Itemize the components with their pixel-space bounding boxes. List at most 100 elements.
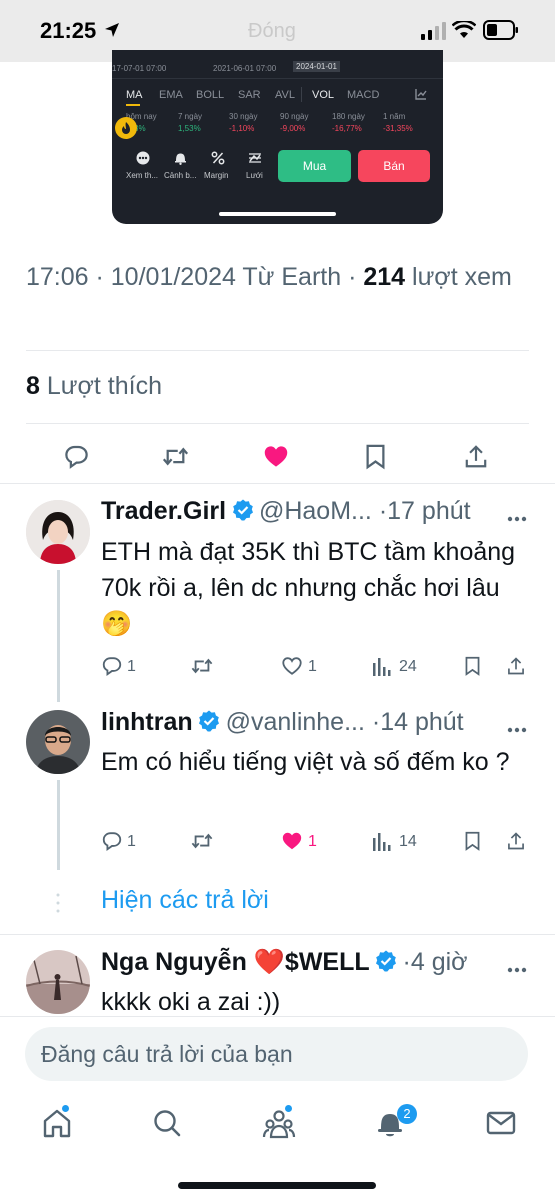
chart-date-label: 2021-06-01 07:00 (213, 64, 277, 73)
chart-settings-icon[interactable] (415, 87, 427, 105)
tab-ema[interactable]: EMA (159, 89, 183, 101)
tab-sar[interactable]: SAR (238, 89, 261, 101)
search-icon[interactable] (152, 1108, 182, 1143)
reply-composer[interactable] (25, 1027, 528, 1081)
reply-input[interactable] (25, 1027, 528, 1081)
show-replies-link[interactable]: Hiện các trả lời (101, 886, 269, 915)
reply-text: Em có hiểu tiếng việt và số đếm ko ? (101, 748, 510, 776)
reply-icon[interactable] (101, 655, 123, 682)
period-value: -9,00% (280, 124, 306, 133)
handle[interactable]: @vanlinhe... (226, 708, 365, 736)
reply-header: linhtran @vanlinhe... ·14 phút (101, 708, 464, 736)
view-count: 14 (399, 833, 417, 850)
bookmark-icon[interactable] (463, 830, 482, 857)
more-options-icon[interactable] (507, 960, 527, 978)
verified-badge-icon (376, 950, 397, 972)
messages-icon[interactable] (486, 1110, 516, 1141)
action-label[interactable]: Lưới (246, 171, 263, 180)
retweet-icon[interactable] (190, 830, 214, 857)
tab-macd[interactable]: MACD (347, 89, 379, 101)
flame-icon[interactable] (115, 117, 137, 139)
embedded-home-indicator (219, 212, 336, 216)
wifi-icon (451, 19, 477, 44)
more-options-icon[interactable] (507, 509, 527, 527)
communities-unread-dot (285, 1105, 292, 1112)
faded-header-title: Đóng (248, 20, 296, 42)
share-icon[interactable] (506, 830, 526, 857)
avatar[interactable] (26, 500, 90, 564)
heart-liked-icon[interactable] (281, 830, 303, 857)
cellular-signal-icon (421, 22, 447, 45)
avatar[interactable] (26, 950, 90, 1014)
retweet-icon[interactable] (161, 443, 190, 475)
divider (0, 934, 555, 935)
retweet-icon[interactable] (190, 655, 214, 682)
percent-icon[interactable] (211, 151, 225, 170)
post-time: 17:06 (26, 263, 89, 291)
reply-icon[interactable] (101, 830, 123, 857)
like-count: 1 (308, 833, 317, 850)
bookmark-icon[interactable] (463, 655, 482, 682)
reply-text: ETH mà đạt 35K thì BTC tầm khoảng 70k rồ… (101, 538, 516, 638)
reply-header: Trader.Girl @HaoM... ·17 phút (101, 497, 471, 525)
post-source: Từ Earth (242, 263, 342, 291)
heart-liked-icon[interactable] (262, 443, 290, 475)
tab-vol[interactable]: VOL (312, 89, 334, 101)
verified-badge-icon (199, 710, 220, 732)
heart-icon[interactable] (281, 655, 303, 682)
views-chart-icon[interactable] (372, 830, 392, 857)
chart-date-label-selected: 2024-01-01 (293, 61, 340, 72)
bookmark-icon[interactable] (363, 443, 388, 475)
tab-ma[interactable]: MA (126, 89, 143, 101)
period-label: 7 ngày (178, 112, 203, 121)
views-count: 214 (363, 263, 406, 291)
reply-count: 1 (127, 833, 136, 850)
post-date: 10/01/2024 (110, 263, 236, 291)
divider (26, 423, 529, 424)
like-count: 1 (308, 658, 317, 675)
thread-line (57, 780, 60, 870)
tab-boll[interactable]: BOLL (196, 89, 224, 101)
more-options-icon[interactable] (507, 720, 527, 738)
views-chart-icon[interactable] (372, 655, 392, 682)
period-label: 90 ngày (280, 112, 309, 121)
likes-count: 8 (26, 372, 40, 400)
bell-alert-icon[interactable] (174, 151, 187, 170)
battery-icon (483, 20, 519, 45)
period-value: 1,53% (178, 124, 201, 133)
share-icon[interactable] (463, 443, 489, 475)
communities-icon[interactable] (262, 1107, 296, 1144)
verified-badge-icon (232, 499, 253, 521)
views-label: lượt xem (412, 263, 512, 291)
home-icon[interactable] (41, 1108, 73, 1143)
sell-button[interactable]: Bán (358, 150, 430, 182)
buy-button[interactable]: Mua (278, 150, 351, 182)
period-value: -16,77% (332, 124, 362, 133)
display-name[interactable]: Nga Nguyễn ❤️$WELL (101, 948, 370, 976)
reply-time[interactable]: 17 phút (387, 497, 470, 525)
status-time: 21:25 (40, 18, 97, 43)
likes-summary[interactable]: 8 Lượt thích (26, 372, 162, 401)
share-icon[interactable] (506, 655, 526, 682)
chart-date-label: 17-07-01 07:00 (112, 64, 167, 73)
likes-label: Lượt thích (46, 372, 162, 400)
display-name[interactable]: linhtran (101, 708, 193, 736)
notification-badge: 2 (397, 1104, 417, 1124)
tab-avl[interactable]: AVL (275, 89, 295, 101)
embedded-media-image[interactable]: 17-07-01 07:00 2021-06-01 07:00 2024-01-… (112, 50, 443, 224)
period-label: 1 năm (383, 112, 406, 121)
post-meta: 17:06 · 10/01/2024 Từ Earth · 214 lượt x… (26, 263, 512, 291)
divider (26, 350, 529, 351)
action-label[interactable]: Margin (204, 171, 228, 180)
reply-time[interactable]: 14 phút (380, 708, 463, 736)
more-dots-icon[interactable] (136, 151, 150, 170)
handle[interactable]: @HaoM... (259, 497, 372, 525)
display-name[interactable]: Trader.Girl (101, 497, 226, 525)
reply-icon[interactable] (63, 443, 90, 475)
avatar[interactable] (26, 710, 90, 774)
action-label[interactable]: Xem th... (126, 171, 158, 180)
reply-text: kkkk oki a zai :)) (101, 988, 281, 1016)
action-label[interactable]: Cảnh b... (164, 171, 196, 180)
grid-bot-icon[interactable] (248, 151, 262, 170)
reply-time[interactable]: 4 giờ (411, 948, 468, 976)
